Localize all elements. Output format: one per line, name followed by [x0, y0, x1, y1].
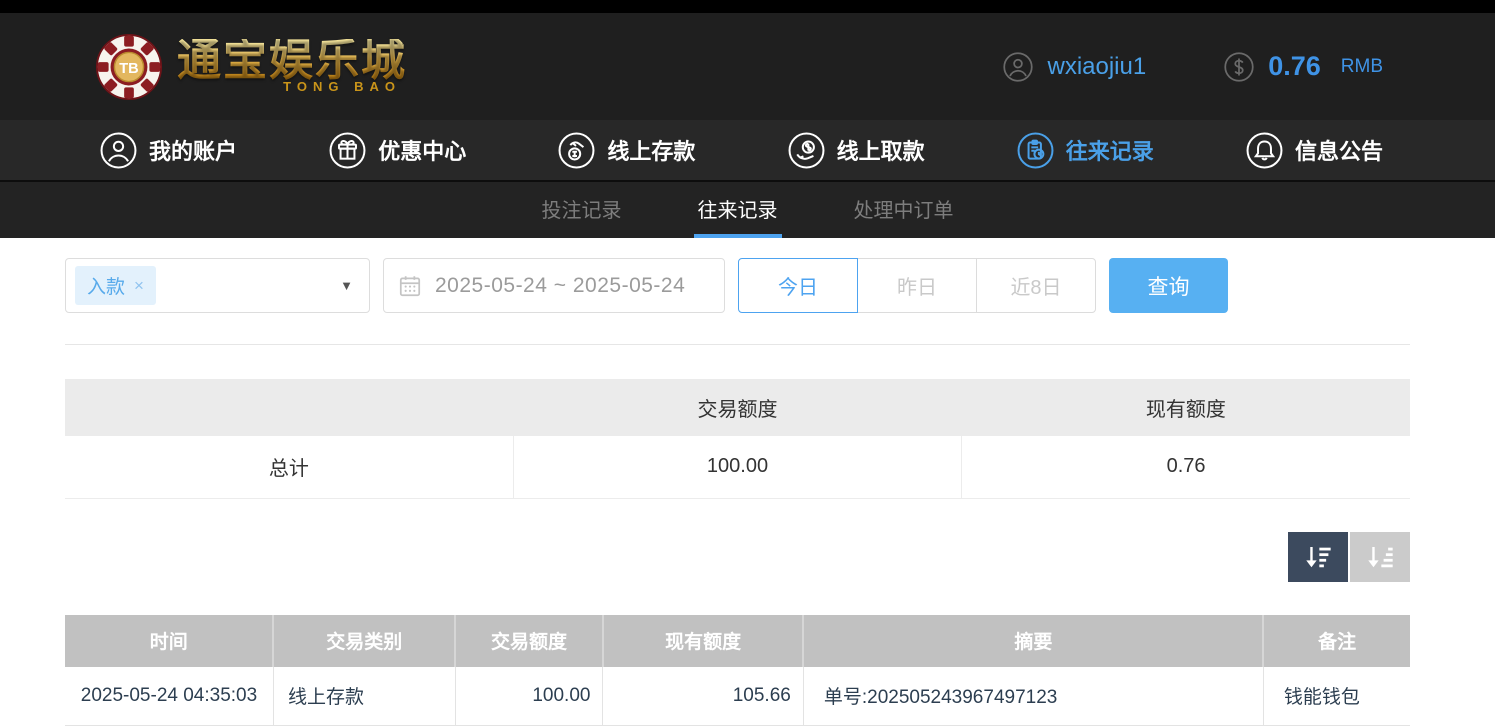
user-account[interactable]: wxiaojiu1 [1003, 52, 1146, 82]
records-header-remark: 备注 [1263, 615, 1410, 667]
sort-controls [65, 532, 1410, 582]
nav-item-my-account[interactable]: 我的账户 [100, 132, 237, 169]
balance-display[interactable]: 0.76 RMB [1224, 51, 1383, 82]
record-remark: 钱能钱包 [1263, 667, 1410, 726]
sort-amount-desc-icon [1302, 541, 1334, 573]
main-navigation: 我的账户 优惠中心 线上存款 线上取款 [0, 120, 1495, 180]
summary-header-current-amount: 现有额度 [962, 379, 1410, 436]
transaction-type-select[interactable]: 入款 × ▼ [65, 258, 370, 313]
chip-text: TB [119, 60, 138, 76]
nav-label: 往来记录 [1066, 134, 1154, 166]
quick-date-buttons: 今日 昨日 近8日 [738, 258, 1096, 313]
date-range-value: 2025-05-24 ~ 2025-05-24 [435, 274, 685, 298]
summary-table: 交易额度 现有额度 总计 100.00 0.76 [65, 379, 1410, 499]
poker-chip-icon: TB [95, 33, 163, 101]
records-table: 时间 交易类别 交易额度 现有额度 摘要 备注 2025-05-24 04:35… [65, 615, 1410, 726]
records-icon [1017, 132, 1054, 169]
records-header-summary: 摘要 [803, 615, 1263, 667]
chevron-down-icon: ▼ [340, 278, 353, 293]
nav-label: 信息公告 [1295, 134, 1383, 166]
record-balance: 105.66 [603, 667, 803, 726]
nav-item-withdraw[interactable]: 线上取款 [788, 132, 925, 169]
nav-item-deposit[interactable]: 线上存款 [558, 132, 695, 169]
bell-icon [1246, 132, 1283, 169]
sub-navigation: 投注记录 往来记录 处理中订单 [0, 180, 1495, 238]
top-strip [0, 0, 1495, 13]
selected-type-tag: 入款 × [75, 266, 156, 305]
search-button[interactable]: 查询 [1109, 258, 1228, 313]
user-icon [1003, 52, 1033, 82]
withdraw-icon [788, 132, 825, 169]
app-header: TB 通宝娱乐城 TONG BAO wxiaojiu1 0.76 RMB [0, 13, 1495, 120]
sort-descending-button[interactable] [1288, 532, 1348, 582]
nav-label: 优惠中心 [378, 134, 466, 166]
record-time: 2025-05-24 04:35:03 [65, 667, 273, 726]
today-button[interactable]: 今日 [738, 258, 858, 313]
summary-header-row: 交易额度 现有额度 [65, 379, 1410, 436]
user-icon [100, 132, 137, 169]
main-content: 入款 × ▼ 2025-05-24 ~ 2025-05-24 今日 昨日 近8日… [0, 258, 1495, 726]
nav-item-transaction-records[interactable]: 往来记录 [1017, 132, 1154, 169]
brand-subtitle: TONG BAO [283, 79, 407, 94]
summary-current-amount: 0.76 [962, 436, 1410, 498]
balance-amount: 0.76 [1268, 51, 1321, 82]
summary-header-transaction-amount: 交易额度 [513, 379, 961, 436]
records-header-balance: 现有额度 [603, 615, 803, 667]
records-header-type: 交易类别 [273, 615, 455, 667]
brand-title: 通宝娱乐城 [177, 39, 407, 83]
tab-pending-orders[interactable]: 处理中订单 [850, 182, 958, 238]
last-8-days-button[interactable]: 近8日 [976, 258, 1096, 313]
brand-logo[interactable]: TB 通宝娱乐城 TONG BAO [95, 33, 407, 101]
nav-label: 线上取款 [837, 134, 925, 166]
records-header-amount: 交易额度 [455, 615, 603, 667]
summary-header-empty [65, 379, 513, 436]
currency-label: RMB [1341, 56, 1383, 78]
tab-transaction-records[interactable]: 往来记录 [694, 182, 782, 238]
calendar-icon [397, 273, 423, 299]
deposit-icon [558, 132, 595, 169]
record-summary: 单号:202505243967497123 [803, 667, 1263, 726]
nav-item-announcements[interactable]: 信息公告 [1246, 132, 1383, 169]
section-divider [65, 344, 1410, 345]
summary-total-row: 总计 100.00 0.76 [65, 436, 1410, 498]
dollar-icon [1224, 52, 1254, 82]
nav-label: 线上存款 [607, 134, 695, 166]
record-amount: 100.00 [455, 667, 603, 726]
tag-remove-icon[interactable]: × [134, 276, 144, 296]
username: wxiaojiu1 [1047, 53, 1146, 81]
tab-betting-records[interactable]: 投注记录 [538, 182, 626, 238]
filter-bar: 入款 × ▼ 2025-05-24 ~ 2025-05-24 今日 昨日 近8日… [65, 258, 1410, 313]
tag-label: 入款 [87, 272, 125, 299]
record-type: 线上存款 [273, 667, 455, 726]
gift-icon [329, 132, 366, 169]
summary-transaction-amount: 100.00 [513, 436, 961, 498]
nav-label: 我的账户 [149, 134, 237, 166]
summary-total-label: 总计 [65, 436, 513, 498]
sort-ascending-button[interactable] [1350, 532, 1410, 582]
records-header-time: 时间 [65, 615, 273, 667]
records-header-row: 时间 交易类别 交易额度 现有额度 摘要 备注 [65, 615, 1410, 667]
yesterday-button[interactable]: 昨日 [857, 258, 977, 313]
date-range-input[interactable]: 2025-05-24 ~ 2025-05-24 [383, 258, 725, 313]
sort-amount-asc-icon [1364, 541, 1396, 573]
nav-item-promotions[interactable]: 优惠中心 [329, 132, 466, 169]
table-row: 2025-05-24 04:35:03 线上存款 100.00 105.66 单… [65, 667, 1410, 726]
